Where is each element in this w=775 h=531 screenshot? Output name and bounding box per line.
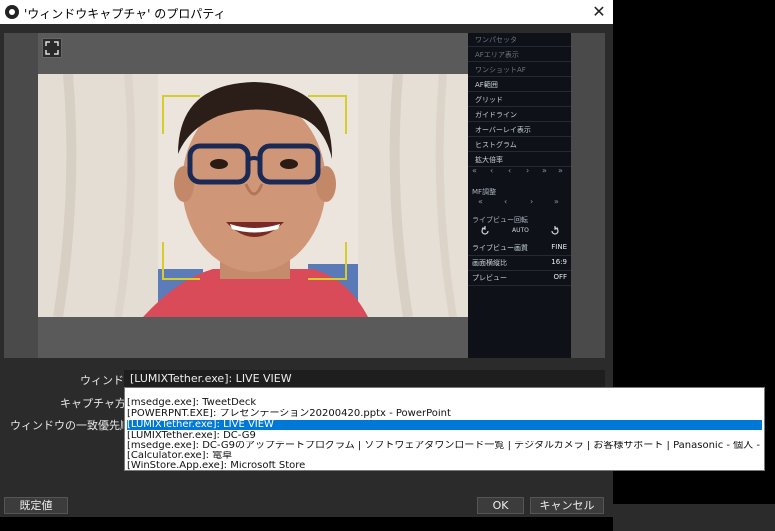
mf-nav-far-fast[interactable]: « xyxy=(478,197,483,206)
rotate-auto-button[interactable]: AUTO xyxy=(512,227,529,234)
preview-letterbox-top xyxy=(38,33,468,74)
dropdown-option[interactable]: [POWERPNT.EXE]: プレゼンテーション20200420.pptx -… xyxy=(127,409,762,419)
dropdown-option[interactable]: [msedge.exe]: DC-G9のアップデートプログラム | ソフトウェア… xyxy=(127,441,762,451)
rotate-left-icon[interactable] xyxy=(480,226,490,236)
setting-key: 画面横縦比 xyxy=(472,259,507,267)
setting-row-preview[interactable]: プレビュー OFF xyxy=(468,270,571,286)
setting-key: ライブビュー画質 xyxy=(472,244,528,252)
dropdown-option[interactable]: [WinStore.App.exe]: Microsoft Store xyxy=(127,461,762,471)
menu-item-one-push[interactable]: ワンパセッタ xyxy=(468,33,571,47)
zoom-nav-next[interactable]: › xyxy=(526,166,529,175)
window-match-priority-label: ウィンドウの一致優先順位 xyxy=(10,419,142,432)
live-view-rotate-label: ライブビュー回転 xyxy=(472,216,528,224)
setting-value: 16:9 xyxy=(551,258,567,266)
zoom-nav-prev-fast[interactable]: ‹ xyxy=(490,166,493,175)
dropdown-option[interactable]: [LUMIXTether.exe]: DC-G9 xyxy=(127,431,762,441)
mf-nav-near-fast[interactable]: » xyxy=(554,197,559,206)
preview-right-margin xyxy=(571,33,605,358)
menu-item-guideline[interactable]: ガイドライン xyxy=(468,108,571,122)
setting-row-quality[interactable]: ライブビュー画質 FINE xyxy=(468,240,571,256)
menu-item-overlay[interactable]: オーバーレイ表示 xyxy=(468,123,571,137)
dropdown-option[interactable]: [msedge.exe]: TweetDeck xyxy=(127,398,762,408)
close-button[interactable]: ✕ xyxy=(589,2,609,22)
window-dropdown-list[interactable]: [msedge.exe]: TweetDeck [POWERPNT.EXE]: … xyxy=(124,387,765,471)
cancel-button[interactable]: キャンセル xyxy=(530,497,604,514)
title-bar: 'ウィンドウキャプチャ' のプロパティ ✕ xyxy=(0,0,613,24)
menu-item-one-shot-af[interactable]: ワンショットAF xyxy=(468,63,571,77)
menu-item-grid[interactable]: グリッド xyxy=(468,93,571,107)
window-select[interactable]: [LUMIXTether.exe]: LIVE VIEW xyxy=(124,370,605,387)
zoom-nav-prev[interactable]: ‹ xyxy=(508,166,511,175)
live-view-image xyxy=(38,74,468,317)
menu-item-af-range[interactable]: AF範囲 xyxy=(468,78,571,92)
setting-value: OFF xyxy=(553,273,567,281)
menu-item-af-area[interactable]: AFエリア表示 xyxy=(468,48,571,62)
menu-item-zoom[interactable]: 拡大倍率 xyxy=(468,153,571,167)
fullscreen-icon[interactable] xyxy=(42,38,62,58)
window-title: 'ウィンドウキャプチャ' のプロパティ xyxy=(24,7,226,21)
defaults-button[interactable]: 既定値 xyxy=(4,497,68,514)
rotate-right-icon[interactable] xyxy=(550,226,560,236)
preview-letterbox-bottom xyxy=(38,317,468,358)
setting-key: プレビュー xyxy=(472,274,507,282)
obs-app-icon xyxy=(5,5,19,19)
tether-side-panel: ワンパセッタ AFエリア表示 ワンショットAF AF範囲 グリッド ガイドライン… xyxy=(468,33,571,358)
dropdown-option-selected[interactable]: [LUMIXTether.exe]: LIVE VIEW xyxy=(127,420,762,430)
setting-row-aspect[interactable]: 画面横縦比 16:9 xyxy=(468,255,571,271)
ok-button[interactable]: OK xyxy=(477,497,524,514)
background-window-edge xyxy=(613,504,775,531)
dropdown-option[interactable]: [Calculator.exe]: 電卓 xyxy=(127,451,762,461)
zoom-nav-last[interactable]: » xyxy=(558,166,563,175)
zoom-nav-first[interactable]: « xyxy=(472,166,477,175)
mf-nav-far[interactable]: ‹ xyxy=(504,197,507,206)
zoom-nav-next-fast[interactable]: » xyxy=(542,166,547,175)
menu-item-histogram[interactable]: ヒストグラム xyxy=(468,138,571,152)
setting-value: FINE xyxy=(551,243,567,251)
mf-adjust-label: MF調整 xyxy=(472,188,497,196)
mf-nav-near[interactable]: › xyxy=(530,197,533,206)
